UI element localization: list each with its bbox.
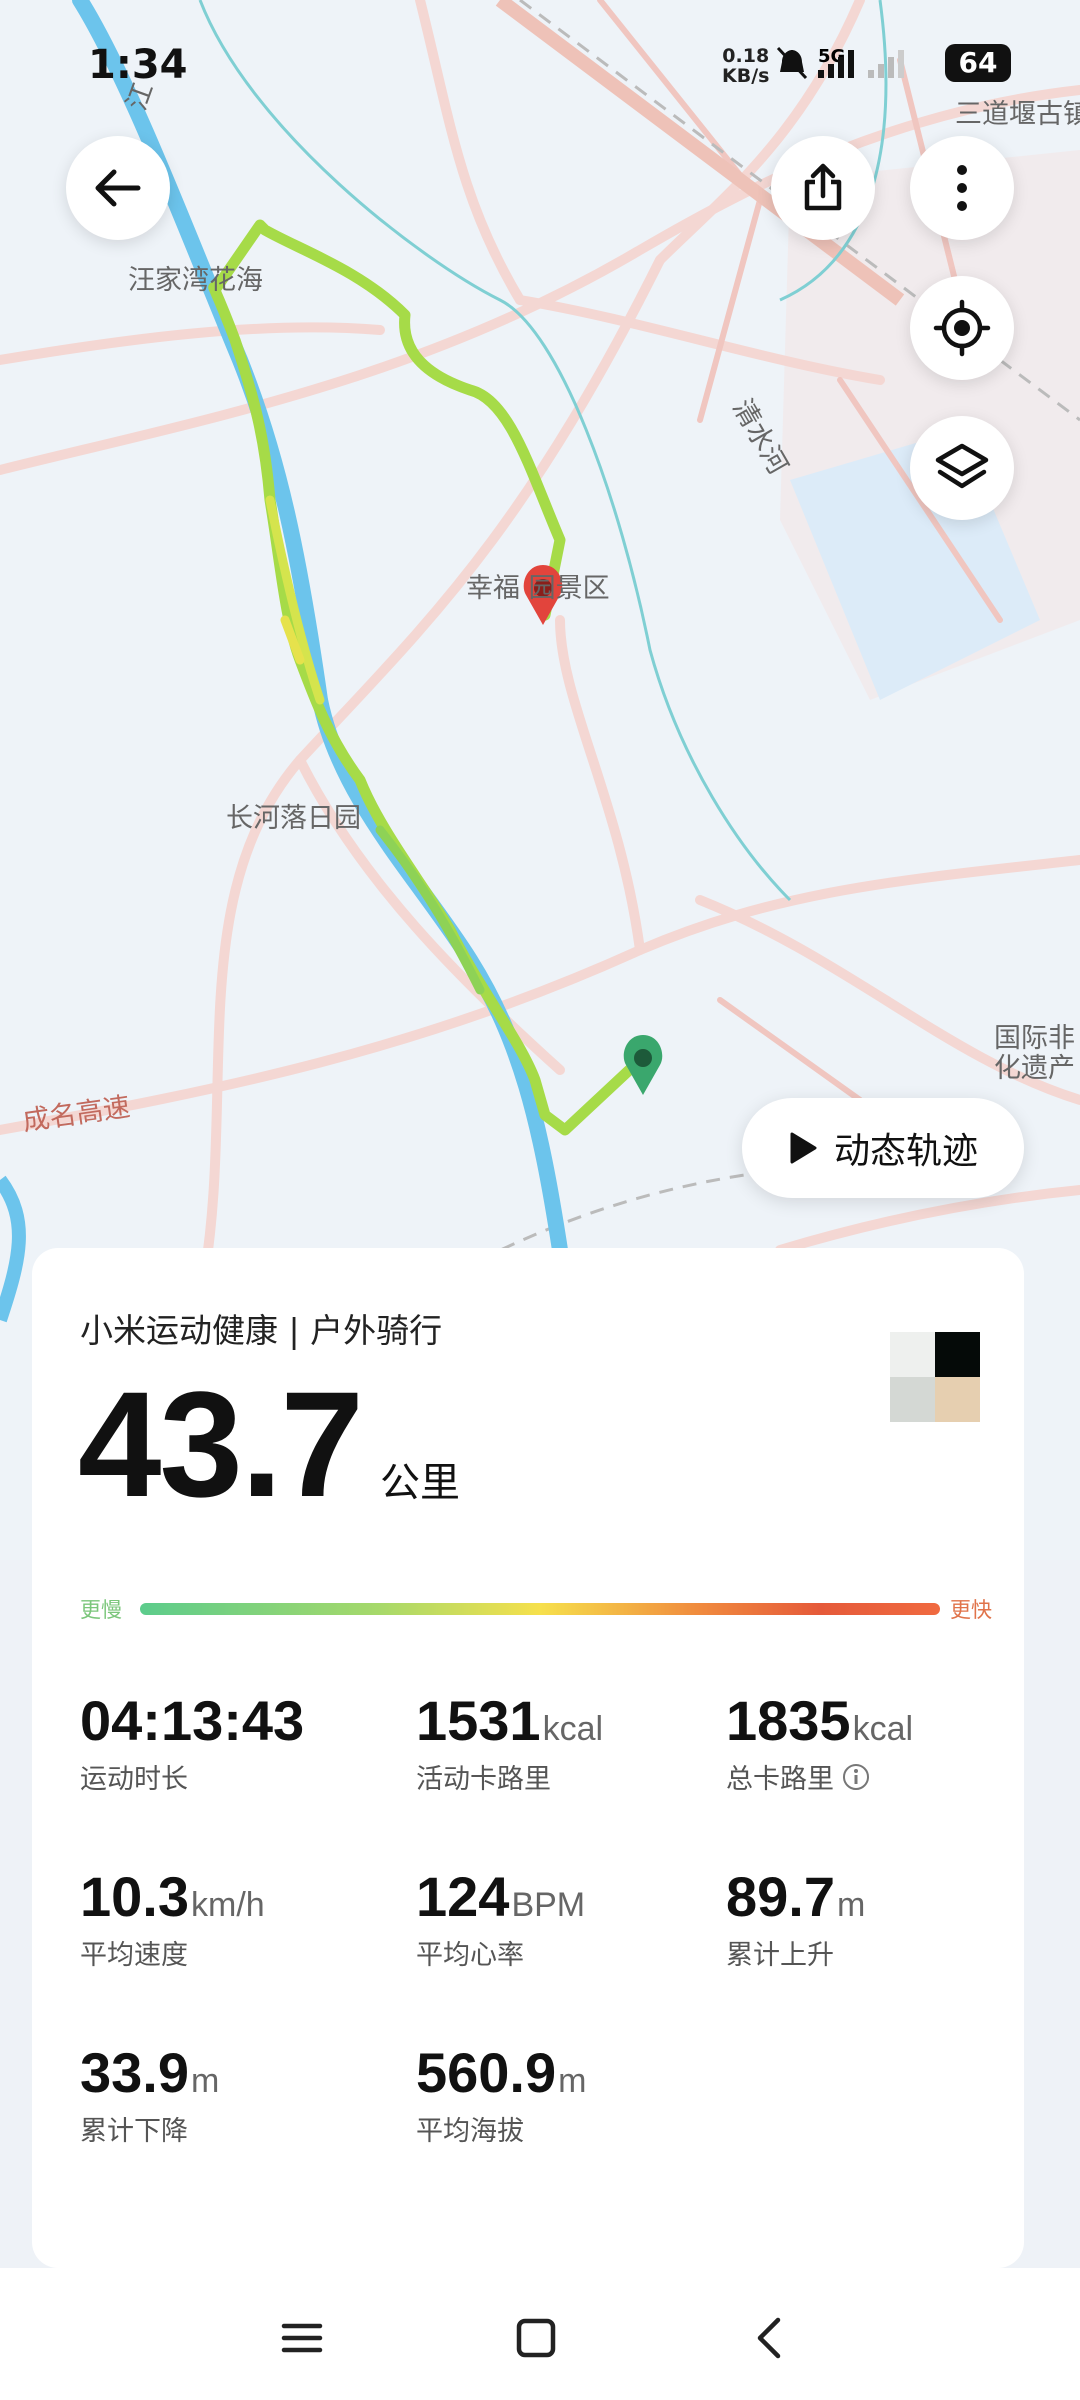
stat-avg-heart-rate: 124BPM 平均心率 [416,1864,716,1972]
stat-avg-altitude: 560.9m 平均海拔 [416,2040,716,2148]
locate-icon [933,299,991,357]
home-icon[interactable] [506,2308,566,2368]
distance-value: 43.7 [78,1360,364,1528]
stat-value: 89.7 [726,1865,835,1928]
stat-label: 累计上升 [726,1940,834,1971]
play-icon [790,1132,817,1164]
arrow-left-icon [95,169,141,207]
stat-label: 平均速度 [80,1940,188,1971]
network-speed: 0.18 KB/s [722,46,769,86]
stat-value: 560.9 [416,2041,557,2104]
speed-legend-fast: 更快 [950,1598,992,1622]
map-label-changhe: 长河落日园 [226,803,361,834]
network-speed-value: 0.18 [722,45,770,67]
stat-value: 124 [416,1865,510,1928]
stat-total-calories: 1835kcal 总卡路里 [726,1688,1026,1796]
stat-unit: m [191,2062,220,2100]
stat-unit: m [837,1886,866,1924]
network-speed-unit: KB/s [722,65,770,87]
map-label-huayichan: 化遗产 [994,1053,1075,1084]
stat-active-calories: 1531kcal 活动卡路里 [416,1688,716,1796]
more-button[interactable] [910,136,1014,240]
stat-unit: kcal [542,1710,604,1748]
layers-icon [935,443,989,489]
system-nav-bar [0,2268,1080,2400]
status-time: 1:34 [88,42,188,88]
battery-indicator: 64 [945,44,1011,82]
workout-source: 小米运动健康 | 户外骑行 [80,1311,443,1350]
more-vertical-icon [957,165,967,211]
stat-value: 33.9 [80,2041,189,2104]
stat-label: 累计下降 [80,2116,188,2147]
speed-gradient-bar [140,1603,940,1615]
back-button[interactable] [66,136,170,240]
stat-value: 1531 [416,1689,541,1752]
map-label-wangjiawan: 汪家湾花海 [128,265,263,296]
stat-label: 运动时长 [80,1764,188,1795]
status-bar: 1:34 0.18 KB/s 5G 64 [0,0,1080,120]
mute-icon [776,46,808,80]
stat-value: 1835 [726,1689,851,1752]
share-button[interactable] [771,136,875,240]
back-nav-icon[interactable] [740,2308,800,2368]
distance-display: 43.7 公里 [78,1358,460,1531]
stat-label: 平均海拔 [416,2116,524,2147]
stat-label: 平均心率 [416,1940,524,1971]
distance-unit: 公里 [379,1460,460,1506]
map-label-xingfu: 幸福 园景区 [466,573,610,604]
dynamic-track-button[interactable]: 动态轨迹 [742,1098,1024,1198]
layers-button[interactable] [910,416,1014,520]
speed-legend-slow: 更慢 [80,1598,122,1622]
stat-value: 10.3 [80,1865,189,1928]
dynamic-track-label: 动态轨迹 [833,1131,978,1172]
stat-unit: km/h [191,1886,265,1924]
info-icon[interactable] [842,1763,870,1791]
speed-legend: 更慢 更快 [80,1594,992,1622]
stat-label: 活动卡路里 [416,1764,551,1795]
locate-button[interactable] [910,276,1014,380]
avatar[interactable] [890,1332,980,1422]
workout-summary-card: 小米运动健康 | 户外骑行 43.7 公里 更慢 更快 04:13:43 运动时… [32,1248,1024,2268]
stat-unit: BPM [511,1886,586,1924]
stat-label: 总卡路里 [726,1764,834,1795]
stat-elevation-gain: 89.7m 累计上升 [726,1864,1026,1972]
share-icon [804,163,842,211]
stat-elevation-loss: 33.9m 累计下降 [80,2040,380,2148]
stat-unit: m [558,2062,587,2100]
status-icons: 5G [776,44,936,88]
signal-weak-icon [868,50,904,78]
stat-duration: 04:13:43 运动时长 [80,1688,380,1796]
menu-icon[interactable] [272,2308,332,2368]
stat-value: 04:13:43 [80,1689,305,1752]
stat-avg-speed: 10.3km/h 平均速度 [80,1864,380,1972]
stat-unit: kcal [852,1710,914,1748]
